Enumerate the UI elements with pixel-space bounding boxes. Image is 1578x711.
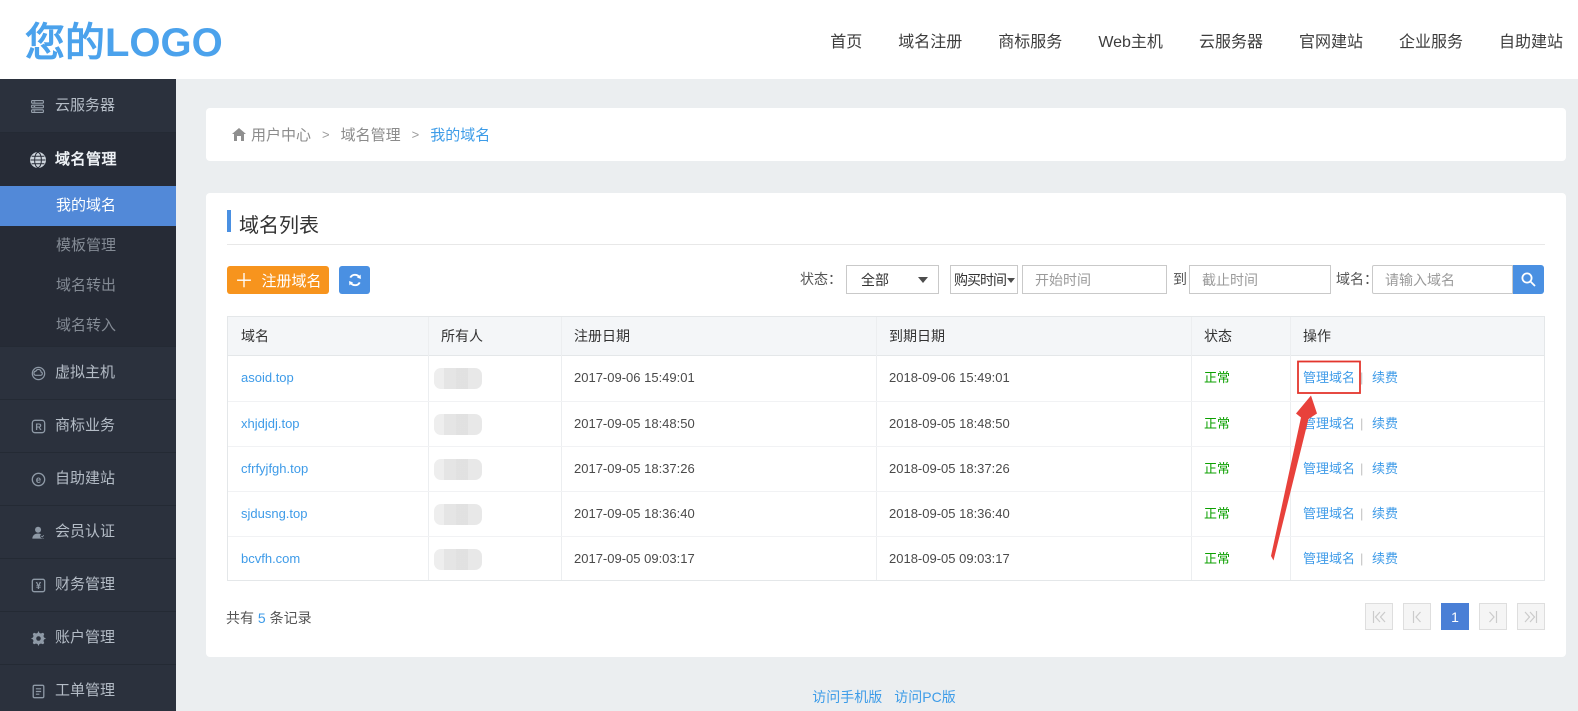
- svg-text:¥: ¥: [36, 581, 42, 592]
- svg-text:e: e: [36, 475, 42, 486]
- svg-text:R: R: [35, 422, 42, 432]
